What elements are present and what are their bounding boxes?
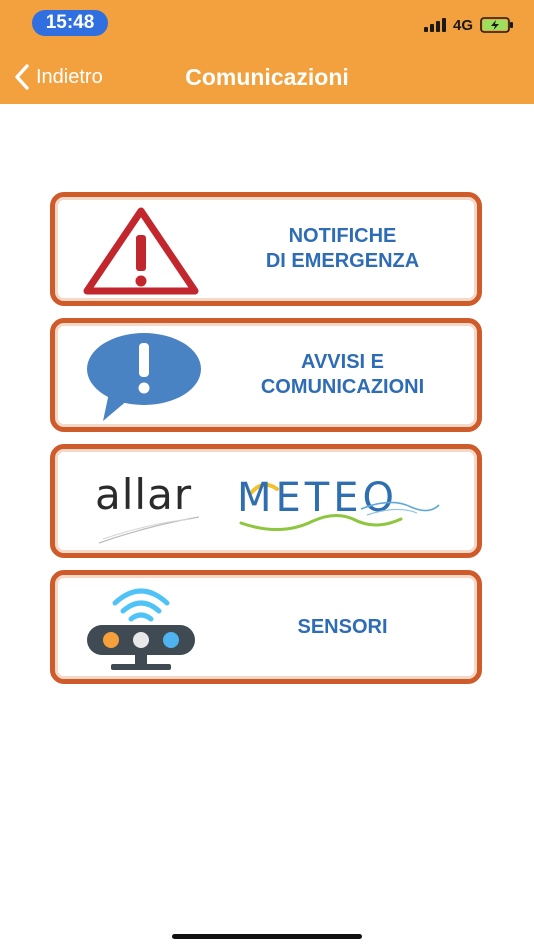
chevron-left-icon (15, 64, 29, 90)
svg-text:allar: allar (95, 470, 192, 519)
wireless-sensor-icon (87, 588, 195, 670)
speech-bubble-exclamation-icon (87, 333, 201, 421)
emergency-notifications-button[interactable]: NOTIFICHE DI EMERGENZA (50, 192, 482, 306)
back-button[interactable]: Indietro (12, 60, 103, 94)
notices-communications-button[interactable]: AVVISI E COMUNICAZIONI (50, 318, 482, 432)
card-label-line2: DI EMERGENZA (265, 250, 420, 272)
card-label-line2: COMUNICAZIONI (260, 376, 425, 398)
warning-triangle-icon (83, 207, 199, 295)
notices-communications-label: AVVISI E COMUNICAZIONI (220, 323, 465, 427)
allarmeteo-logo: allar METEO (95, 470, 440, 544)
signal-icon (423, 18, 446, 32)
network-type: 4G (452, 16, 473, 34)
sensors-label: SENSORI (220, 575, 465, 679)
card-label-line1: SENSORI (297, 615, 388, 638)
header-bar: 15:48 4G Indietro Comunicazioni (0, 0, 534, 104)
status-indicators: 4G (423, 14, 514, 36)
card-label-line1: AVVISI E (301, 351, 384, 373)
back-label: Indietro (36, 65, 103, 88)
home-indicator[interactable] (172, 934, 362, 939)
allarmeteo-button[interactable]: allar METEO (50, 444, 482, 558)
card-label-line1: NOTIFICHE (288, 225, 397, 247)
emergency-notifications-label: NOTIFICHE DI EMERGENZA (220, 197, 465, 301)
status-time: 15:48 (32, 10, 108, 36)
sensors-button[interactable]: SENSORI (50, 570, 482, 684)
svg-text:METEO: METEO (237, 475, 398, 521)
battery-charging-icon (480, 17, 513, 33)
screen: 15:48 4G Indietro Comunicazioni NOTIFICH… (0, 0, 534, 950)
